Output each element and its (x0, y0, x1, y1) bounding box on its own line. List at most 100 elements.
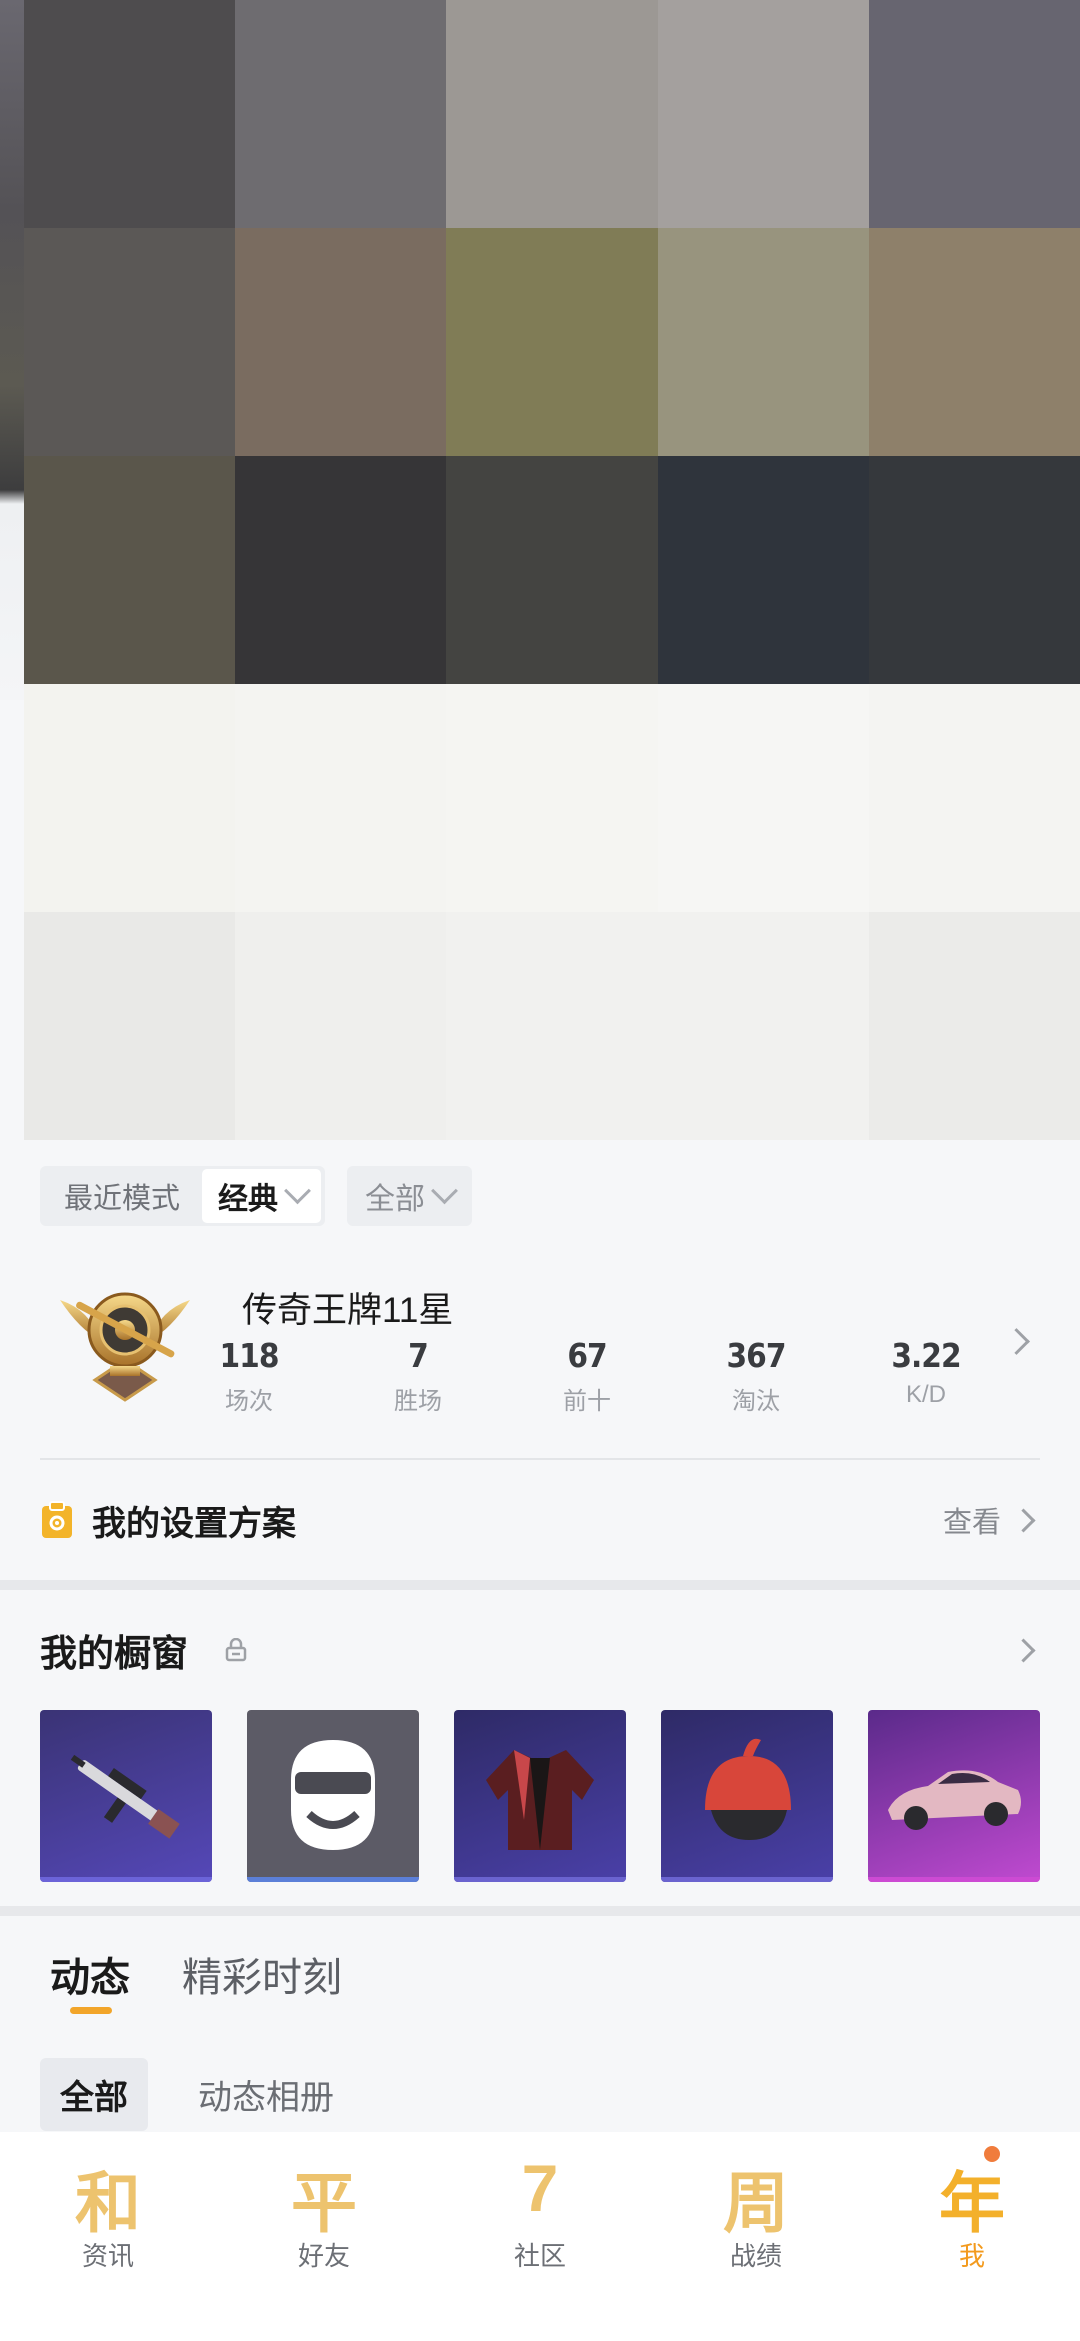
helmet-mask-icon (291, 1740, 375, 1850)
stat-label: 淘汰 (732, 1388, 780, 1415)
divider (40, 1458, 1040, 1460)
mosaic-tile (657, 228, 869, 456)
active-tab-indicator (70, 2007, 112, 2014)
friends-icon: 平 (291, 2166, 357, 2240)
mosaic-tile (657, 0, 869, 228)
chevron-down-icon (431, 1176, 458, 1204)
mosaic-tile (446, 228, 658, 456)
section-separator (0, 1906, 1080, 1916)
subtab-all[interactable]: 全部 (40, 2058, 148, 2131)
feed-tabs: 动态 精彩时刻 (50, 1945, 342, 2014)
hero-left-edge (0, 0, 24, 700)
rarity-bar (247, 1877, 419, 1882)
car-icon (888, 1770, 1021, 1830)
rarity-bar (868, 1877, 1040, 1882)
nav-label: 我 (958, 2241, 985, 2271)
stat-matches: 118 场次 (194, 1336, 304, 1416)
mosaic-tile (235, 456, 447, 684)
rarity-bar (40, 1877, 212, 1882)
mosaic-tile (235, 228, 447, 456)
stat-label: 场次 (225, 1388, 273, 1415)
showcase-header[interactable]: 我的橱窗 (40, 1620, 1040, 1680)
mode-filters: 最近模式 经典 全部 (40, 1166, 473, 1226)
feed-subtabs: 全部 动态相册 (40, 2058, 354, 2131)
mosaic-tile (446, 684, 658, 912)
showcase-title: 我的橱窗 (40, 1633, 188, 1674)
showcase-item-rifle[interactable] (40, 1710, 212, 1882)
nav-item-me[interactable]: 年 我 (864, 2132, 1080, 2341)
tab-dynamics[interactable]: 动态 (50, 1945, 130, 2014)
mosaic-tile (868, 684, 1080, 912)
mosaic-tile (235, 912, 447, 1140)
nav-item-news[interactable]: 和 资讯 (0, 2132, 216, 2341)
rifle-icon (70, 1754, 180, 1839)
settings-view-link[interactable]: 查看 (943, 1499, 1040, 1541)
mode-dropdown[interactable]: 经典 (202, 1169, 322, 1223)
stat-label: 胜场 (394, 1388, 442, 1415)
scope-dropdown[interactable]: 全部 (347, 1166, 473, 1226)
settings-view-label: 查看 (942, 1507, 1001, 1539)
nav-label: 资讯 (81, 2241, 134, 2271)
rank-title: 传奇王牌11星 (242, 1291, 454, 1330)
mosaic-tile (24, 912, 236, 1140)
nav-item-community[interactable]: 7 社区 (432, 2132, 648, 2341)
showcase-item-helmet-mask[interactable] (247, 1710, 419, 1882)
scope-dropdown-value: 全部 (365, 1183, 426, 1216)
showcase-item-red-helmet[interactable] (661, 1710, 833, 1882)
stat-value: 7 (408, 1336, 429, 1375)
mosaic-tile (24, 228, 236, 456)
section-separator (0, 1580, 1080, 1590)
nav-item-friends[interactable]: 平 好友 (216, 2132, 432, 2341)
chevron-right-icon (1003, 1328, 1030, 1355)
mosaic-tile (24, 456, 236, 684)
stat-top10: 67 前十 (532, 1336, 642, 1416)
mosaic-tile (868, 456, 1080, 684)
nav-label: 社区 (513, 2241, 566, 2271)
tab-label: 动态 (50, 1956, 130, 2000)
stat-label: K/D (905, 1381, 946, 1408)
community-icon: 7 (521, 2151, 559, 2225)
mosaic-tile (657, 684, 869, 912)
mosaic-tile (235, 0, 447, 228)
red-helmet-icon (705, 1738, 791, 1840)
tab-label: 精彩时刻 (182, 1956, 342, 2000)
mosaic-tile (868, 0, 1080, 228)
stat-kd: 3.22 K/D (871, 1336, 981, 1409)
mosaic-tile (657, 912, 869, 1140)
tab-highlights[interactable]: 精彩时刻 (182, 1945, 342, 2003)
chevron-right-icon[interactable] (1011, 1637, 1036, 1663)
stat-wins: 7 胜场 (363, 1336, 473, 1416)
jacket-icon (486, 1750, 594, 1850)
rarity-bar (454, 1877, 626, 1882)
me-icon: 年 (939, 2166, 1005, 2240)
stat-value: 118 (219, 1336, 280, 1375)
chevron-right-icon (1011, 1507, 1036, 1533)
mosaic-tile (657, 456, 869, 684)
stat-value: 367 (726, 1336, 787, 1375)
showcase-items (40, 1710, 1040, 1882)
subtab-album[interactable]: 动态相册 (178, 2058, 354, 2131)
rank-summary[interactable]: 传奇王牌11星 118 场次 7 胜场 67 前十 367 淘汰 3.22 K/… (40, 1270, 1040, 1415)
nav-label: 战绩 (729, 2241, 782, 2271)
settings-scheme-row[interactable]: 我的设置方案 查看 (40, 1490, 1040, 1550)
mosaic-tile (868, 228, 1080, 456)
mode-dropdown-value: 经典 (218, 1183, 279, 1216)
showcase-item-jacket[interactable] (454, 1710, 626, 1882)
rarity-bar (661, 1877, 833, 1882)
mosaic-tile (24, 0, 236, 228)
news-icon: 和 (75, 2166, 141, 2240)
showcase-item-car[interactable] (868, 1710, 1040, 1882)
stat-eliminations: 367 淘汰 (701, 1336, 811, 1416)
notification-dot (984, 2146, 1000, 2162)
ace-rank-badge-icon (60, 1292, 190, 1402)
nav-item-records[interactable]: 周 战绩 (648, 2132, 864, 2341)
lock-icon (225, 1638, 247, 1662)
nav-label: 好友 (297, 2241, 350, 2271)
settings-title: 我的设置方案 (92, 1504, 296, 1543)
stat-value: 67 (567, 1336, 607, 1375)
mosaic-tile (235, 684, 447, 912)
stat-label: 前十 (563, 1388, 611, 1415)
mosaic-tile (446, 0, 658, 228)
clipboard-settings-icon (42, 1501, 72, 1538)
stat-value: 3.22 (891, 1336, 961, 1375)
